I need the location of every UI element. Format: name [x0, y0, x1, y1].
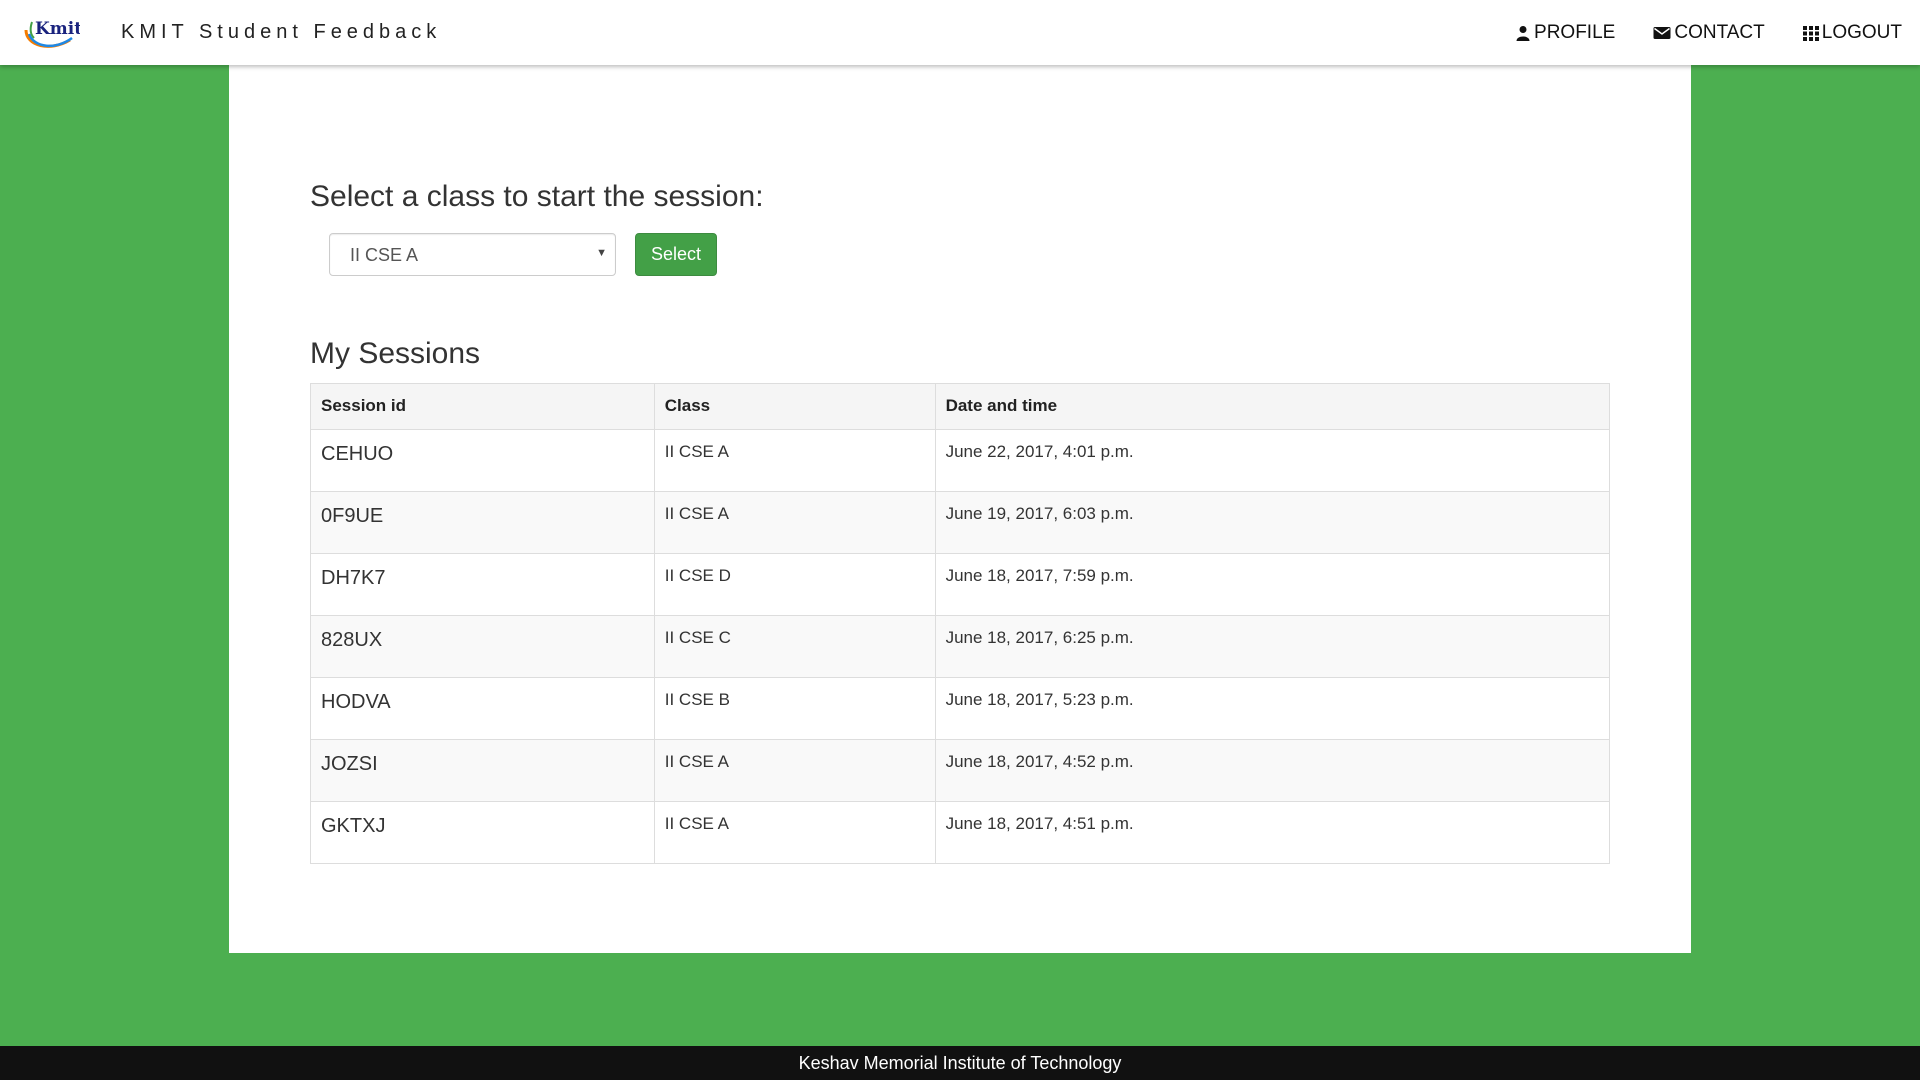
table-header-row: Session id Class Date and time [310, 383, 1611, 430]
session-id-cell: 0F9UE [310, 491, 655, 554]
nav-contact-link[interactable]: CONTACT [1653, 21, 1765, 44]
session-id-cell: 828UX [310, 615, 655, 678]
date-time-cell: June 18, 2017, 5:23 p.m. [934, 677, 1611, 740]
nav-profile-label: PROFILE [1534, 21, 1616, 43]
kmit-logo-icon: Kmit [24, 19, 82, 48]
table-row: JOZSI II CSE A June 18, 2017, 4:52 p.m. [310, 739, 1611, 802]
session-id-cell: HODVA [310, 677, 655, 740]
class-select[interactable]: II CSE A ▼ [329, 233, 616, 276]
grid-icon [1802, 25, 1819, 41]
table-row: DH7K7 II CSE D June 18, 2017, 7:59 p.m. [310, 553, 1611, 616]
session-id-cell: CEHUO [310, 429, 655, 492]
table-row: 828UX II CSE C June 18, 2017, 6:25 p.m. [310, 615, 1611, 678]
class-cell: II CSE C [653, 615, 936, 678]
session-id-cell: JOZSI [310, 739, 655, 802]
nav-profile-link[interactable]: PROFILE [1515, 22, 1615, 44]
date-time-cell: June 18, 2017, 4:52 p.m. [934, 739, 1611, 802]
nav-contact-label: CONTACT [1674, 21, 1765, 43]
table-row: HODVA II CSE B June 18, 2017, 5:23 p.m. [310, 677, 1611, 740]
table-row: 0F9UE II CSE A June 19, 2017, 6:03 p.m. [310, 491, 1611, 554]
nav-links: PROFILE CONTACT LOGOUT [1515, 0, 1902, 65]
user-icon [1516, 25, 1530, 41]
select-class-heading: Select a class to start the session: [310, 180, 764, 213]
class-cell: II CSE A [653, 801, 936, 864]
class-select-value: II CSE A [350, 245, 419, 265]
date-time-cell: June 22, 2017, 4:01 p.m. [934, 429, 1611, 492]
class-cell: II CSE A [653, 429, 936, 492]
date-time-cell: June 18, 2017, 7:59 p.m. [934, 553, 1611, 616]
column-header-class: Class [653, 383, 936, 430]
svg-text:Kmit: Kmit [35, 19, 80, 39]
kmit-logo[interactable]: Kmit [20, 8, 82, 54]
my-sessions-heading: My Sessions [310, 337, 481, 370]
sessions-table: Session id Class Date and time CEHUO II … [310, 383, 1611, 864]
class-cell: II CSE A [653, 739, 936, 802]
table-row: CEHUO II CSE A June 22, 2017, 4:01 p.m. [310, 429, 1611, 492]
date-time-cell: June 18, 2017, 6:25 p.m. [934, 615, 1611, 678]
envelope-icon [1653, 26, 1671, 39]
select-button[interactable]: Select [635, 233, 717, 276]
session-id-cell: DH7K7 [310, 553, 655, 616]
column-header-date-time: Date and time [934, 383, 1611, 430]
footer-text: Keshav Memorial Institute of Technology [798, 1053, 1122, 1073]
class-cell: II CSE B [653, 677, 936, 740]
brand-title[interactable]: KMIT Student Feedback [121, 21, 441, 44]
nav-logout-link[interactable]: LOGOUT [1802, 21, 1902, 44]
date-time-cell: June 18, 2017, 4:51 p.m. [934, 801, 1611, 864]
class-cell: II CSE D [653, 553, 936, 616]
footer: Keshav Memorial Institute of Technology [0, 1046, 1920, 1080]
column-header-session-id: Session id [310, 383, 655, 430]
class-cell: II CSE A [653, 491, 936, 554]
table-row: GKTXJ II CSE A June 18, 2017, 4:51 p.m. [310, 801, 1611, 864]
navbar: Kmit KMIT Student Feedback PROFILE CONTA… [0, 0, 1920, 65]
chevron-down-icon: ▼ [596, 247, 607, 259]
nav-logout-label: LOGOUT [1821, 21, 1902, 43]
main-card: Select a class to start the session: II … [229, 65, 1691, 953]
session-id-cell: GKTXJ [310, 801, 655, 864]
date-time-cell: June 19, 2017, 6:03 p.m. [934, 491, 1611, 554]
